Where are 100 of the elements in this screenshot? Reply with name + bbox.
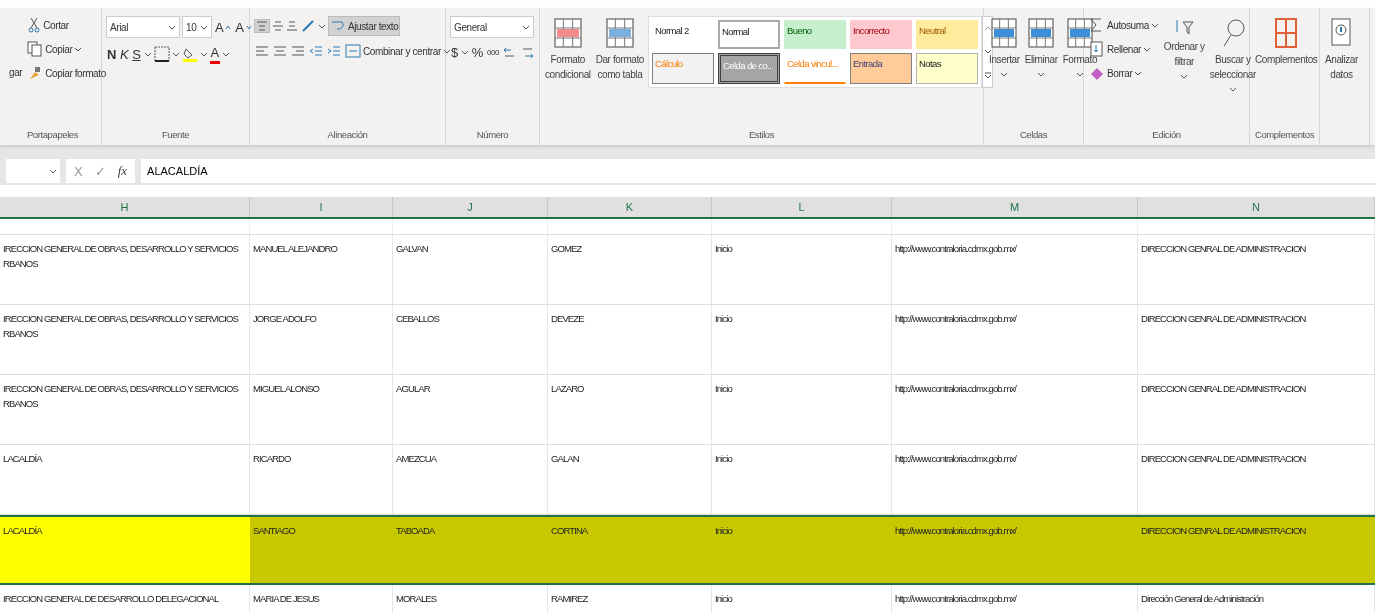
table-cell: DIRECCION GENRAL DE ADMINISTRACION: [1138, 445, 1375, 514]
table-cell-text: TABOADA: [395, 524, 436, 538]
group-label: Alineación: [326, 129, 369, 142]
formula-input[interactable]: ALACALDÍA: [141, 159, 1375, 183]
caret-icon: [1075, 71, 1084, 78]
eraser-icon: [1089, 65, 1105, 81]
percent-button[interactable]: %: [470, 44, 484, 61]
caret-icon: [318, 22, 326, 30]
column-header[interactable]: H: [0, 197, 250, 217]
table-row[interactable]: IRECCION GENERAL DE OBRAS, DESARROLLO Y SERVICIOS RBANOS MIGUEL ALONSO AGULAR LAZARO Inicio http://www.contraloria.cdmx.gob.mx/ DIRECCION GENRAL DE ADMINISTRACION: [0, 375, 1375, 445]
top-align-button[interactable]: [254, 19, 270, 33]
cell-style-option[interactable]: Entrada: [850, 53, 913, 84]
cell-style-option[interactable]: Notas: [916, 53, 979, 84]
caret-icon: [1150, 21, 1159, 29]
table-cell: CEBALLOS: [393, 305, 548, 374]
caret-icon: [200, 23, 208, 31]
caret-icon: [1000, 71, 1009, 78]
paste-button[interactable]: gar: [8, 66, 24, 79]
scissors-icon: [27, 17, 42, 33]
insert-function-button[interactable]: fx: [117, 163, 128, 179]
table-row[interactable]: IRECCION GENERAL DE DESARROLLO DELEGACIONAL MARIA DE JESUS MORALES RAMIREZ Inicio http://www.contraloria.cdmx.gob.mx/ Dirección General de Administración: [0, 585, 1375, 613]
cut-button[interactable]: Cortar: [26, 16, 107, 34]
add-ins-icon: [1274, 18, 1299, 48]
caret-icon: [1037, 71, 1046, 78]
table-cell: GALAN: [548, 445, 712, 514]
merge-center-button[interactable]: Combinar y centrar: [344, 42, 452, 60]
table-cell: RICARDO: [250, 445, 393, 514]
cells-button[interactable]: Insertar: [988, 16, 1021, 129]
font-color-button[interactable]: A: [209, 44, 220, 64]
group-label: Fuente: [160, 129, 191, 142]
number-format-field[interactable]: General: [450, 16, 534, 38]
table-cell: RAMIREZ: [548, 585, 712, 613]
sort-filter-button[interactable]: Ordenar y filtrar: [1162, 16, 1206, 129]
table-cell-text: CORTINA: [550, 524, 589, 538]
currency-button[interactable]: $: [450, 44, 459, 61]
cell-style-option[interactable]: Incorrecto: [850, 20, 913, 49]
table-cell: MORALES: [393, 585, 548, 613]
format-painter-button[interactable]: Copiar formato: [26, 64, 107, 82]
caret-icon: [1134, 69, 1143, 77]
caret-icon: [1228, 86, 1237, 93]
column-header[interactable]: I: [250, 197, 393, 217]
table-cell: IRECCION GENERAL DE DESARROLLO DELEGACIONAL: [0, 585, 250, 613]
wrap-text-button[interactable]: Ajustar texto: [328, 16, 401, 36]
delete-cells-icon: [1028, 18, 1055, 48]
analyze-data-button[interactable]: Analizar datos: [1324, 16, 1359, 145]
caret-icon: [74, 45, 83, 53]
underline-button[interactable]: S: [131, 45, 142, 63]
font-field[interactable]: Arial: [106, 16, 180, 38]
cells-button[interactable]: Eliminar: [1023, 16, 1059, 129]
down-caret-icon: [245, 24, 252, 30]
grow-font-button[interactable]: A: [214, 18, 233, 36]
table-cell: MANUEL ALEJANDRO: [250, 235, 393, 304]
italic-button[interactable]: K: [119, 45, 130, 63]
group-label: Complementos: [1254, 129, 1315, 142]
copy-button[interactable]: Copiar: [26, 40, 107, 58]
table-cell: http://www.contraloria.cdmx.gob.mx/: [892, 375, 1138, 444]
group-label: Portapapeles: [25, 129, 80, 142]
caret-icon: [1180, 73, 1189, 80]
group-label: Edición: [1151, 129, 1182, 142]
caret-icon: [168, 23, 176, 31]
caret-icon: [49, 167, 57, 175]
table-cell: http://www.contraloria.cdmx.gob.mx/: [892, 305, 1138, 374]
table-brush-icon: [605, 18, 634, 48]
increase-indent-icon: [326, 43, 342, 59]
table-cell-text: Inicio: [714, 524, 734, 538]
fill-color-icon: [181, 46, 198, 62]
bold-button[interactable]: N: [106, 45, 117, 63]
table-cell: AGULAR: [393, 375, 548, 444]
cell-style-option[interactable]: Bueno: [784, 20, 847, 49]
column-header[interactable]: L: [712, 197, 892, 217]
table-row[interactable]: IRECCION GENERAL DE OBRAS, DESARROLLO Y SERVICIOS RBANOS MANUEL ALEJANDRO GALVAN GOMEZ Inicio http://www.contraloria.cdmx.gob.mx/ DIRECCION GENRAL DE ADMINISTRACION: [0, 235, 1375, 305]
table-cell: IRECCION GENERAL DE OBRAS, DESARROLLO Y SERVICIOS RBANOS: [0, 305, 250, 374]
table-row[interactable]: IRECCION GENERAL DE OBRAS, DESARROLLO Y SERVICIOS RBANOS JORGE ADOLFO CEBALLOS DEVEZE Inicio http://www.contraloria.cdmx.gob.mx/ DIRECCION GENRAL DE ADMINISTRACION: [0, 305, 1375, 375]
orientation-icon: [300, 18, 316, 34]
column-header[interactable]: M: [892, 197, 1138, 217]
caret-icon: [199, 50, 208, 58]
shrink-font-button[interactable]: A: [234, 18, 253, 36]
table-cell: Inicio: [712, 305, 892, 374]
cell-style-option[interactable]: Normal: [718, 20, 781, 49]
column-header[interactable]: N: [1138, 197, 1375, 217]
format-as-table-button[interactable]: Dar formato como tabla: [594, 16, 646, 129]
borders-icon: [153, 46, 170, 62]
table-cell: DEVEZE: [548, 305, 712, 374]
thousands-button[interactable]: 000: [486, 47, 501, 58]
table-cell: http://www.contraloria.cdmx.gob.mx/: [892, 445, 1138, 514]
cell-style-option[interactable]: Normal 2: [652, 20, 715, 49]
column-header[interactable]: K: [548, 197, 712, 217]
table-cell: LACALDÍA: [0, 517, 250, 583]
column-header[interactable]: J: [393, 197, 548, 217]
table-cell: MARIA DE JESUS: [250, 585, 393, 613]
table-row[interactable]: LACALDÍA SANTIAGO TABOADA CORTINA Inicio http://www.contraloria.cdmx.gob.mx/ DIRECCION GENRAL DE ADMINISTRACION: [0, 515, 1375, 585]
font-size-field[interactable]: 10: [182, 16, 212, 38]
clear-button[interactable]: Borrar: [1088, 64, 1160, 82]
table-cell: Dirección General de Administración: [1138, 585, 1375, 613]
conditional-format-button[interactable]: Formato condicional: [544, 16, 592, 129]
conditional-format-icon: [553, 18, 582, 48]
more-icon: [983, 71, 992, 79]
cell-style-option[interactable]: Neutral: [916, 20, 979, 49]
middle-align-icon: [272, 21, 284, 31]
autosum-button[interactable]: Autosuma: [1088, 16, 1160, 34]
